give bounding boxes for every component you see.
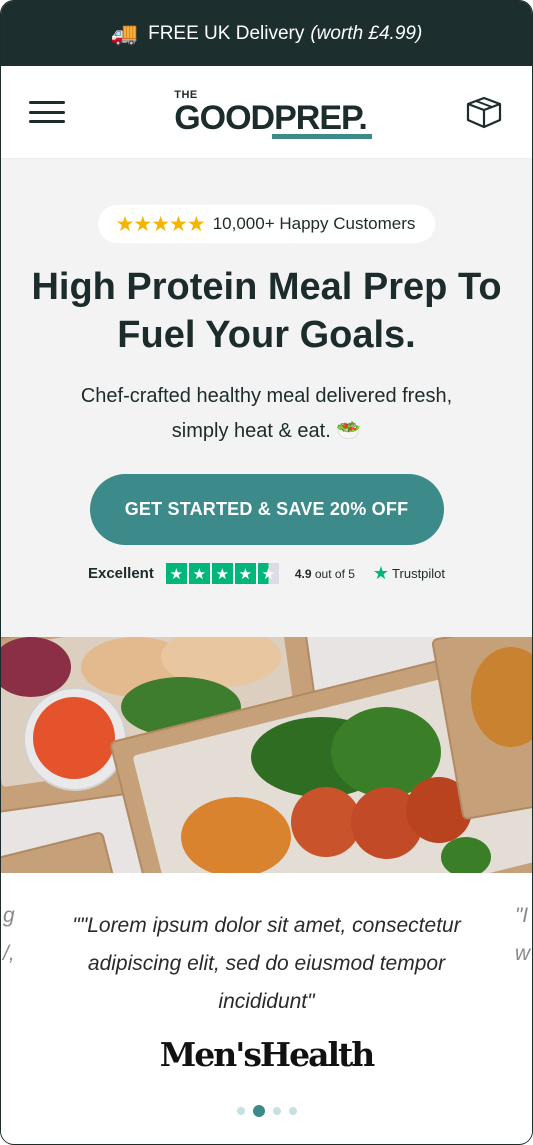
- mobile-page: 🚚 FREE UK Delivery (worth £4.99) THE GOO…: [0, 0, 533, 1145]
- star-rating-icon: ★★★★★: [115, 212, 206, 236]
- site-header: THE GOODPREP.: [1, 66, 532, 159]
- carousel-dot-active[interactable]: [252, 1105, 265, 1117]
- carousel-dot[interactable]: [288, 1107, 297, 1115]
- carousel-dot[interactable]: [236, 1107, 245, 1115]
- trustpilot-label: Excellent: [87, 565, 154, 582]
- box-icon[interactable]: [464, 94, 504, 130]
- logo-word: GOODPREP.: [174, 98, 368, 137]
- get-started-button[interactable]: GET STARTED & SAVE 20% OFF: [89, 474, 444, 545]
- trustpilot-brand: ★ Trustpilot: [372, 563, 446, 583]
- carousel-dots: [1, 1105, 532, 1117]
- logo-underline: [272, 133, 373, 139]
- hero-section: ★★★★★ 10,000+ Happy Customers High Prote…: [1, 159, 532, 637]
- trustpilot-star-icon: ★: [372, 563, 390, 583]
- mens-health-logo: Men'sHealth: [159, 1035, 376, 1074]
- rating-badge: ★★★★★ 10,000+ Happy Customers: [97, 205, 436, 243]
- trustpilot-widget[interactable]: Excellent ★ ★ ★ ★ ★ 4.9 out of 5 ★ Trustpilo…: [88, 563, 445, 584]
- next-slide-peek[interactable]: "I w: [515, 897, 530, 973]
- delivery-truck-icon: 🚚: [110, 20, 139, 46]
- previous-slide-peek[interactable]: g/,: [3, 897, 15, 973]
- hero-subheading: Chef-crafted healthy meal delivered fres…: [80, 385, 453, 442]
- promo-text: FREE UK Delivery: [148, 22, 305, 44]
- promo-bar: 🚚 FREE UK Delivery (worth £4.99): [1, 1, 532, 66]
- promo-note: (worth £4.99): [310, 22, 423, 44]
- trustpilot-stars-icon: ★ ★ ★ ★ ★: [165, 563, 279, 584]
- trustpilot-score: 4.9 out of 5: [294, 566, 355, 581]
- hero-headline: High Protein Meal Prep To Fuel Your Goal…: [31, 266, 502, 356]
- carousel-dot[interactable]: [272, 1107, 281, 1115]
- meal-photo: [1, 637, 532, 873]
- goodprep-logo[interactable]: THE GOODPREP.: [174, 89, 373, 139]
- rating-text: 10,000+ Happy Customers: [212, 214, 416, 233]
- hamburger-icon[interactable]: [29, 101, 65, 123]
- testimonial-quote: ""Lorem ipsum dolor sit amet, consectetu…: [72, 914, 461, 1013]
- testimonial-carousel[interactable]: g/, "I w ""Lorem ipsum dolor sit amet, co…: [1, 873, 532, 1143]
